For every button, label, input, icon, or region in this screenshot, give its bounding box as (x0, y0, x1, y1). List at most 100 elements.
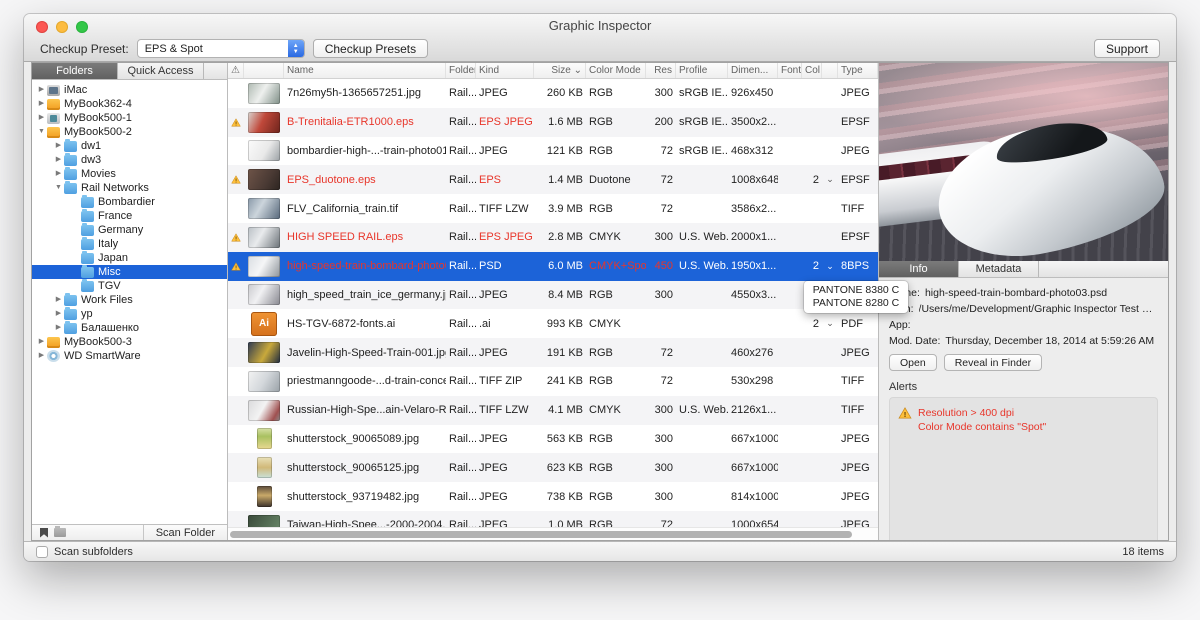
disclosure-triangle-icon[interactable] (53, 139, 64, 153)
checkup-preset-select[interactable]: EPS & Spot ▲▼ (137, 39, 305, 58)
folder-tree-item[interactable]: MyBook362-4 (32, 97, 227, 111)
folder-tree-item[interactable]: Italy (32, 237, 227, 251)
folder-tree-item[interactable]: Bombardier (32, 195, 227, 209)
disclosure-triangle-icon[interactable] (36, 125, 47, 139)
disclosure-triangle-icon[interactable] (36, 349, 47, 363)
table-row[interactable]: ! B-Trenitalia-ETR1000.eps Rail... EPS J… (228, 108, 878, 137)
folder-tree-item[interactable]: iMac (32, 83, 227, 97)
spot-colors-chevron-icon[interactable] (822, 318, 838, 329)
column-header[interactable] (822, 63, 838, 78)
folder-tree-item[interactable]: WD SmartWare (32, 349, 227, 363)
table-row[interactable]: ! FLV_California_train.tif Rail... TIFF … (228, 194, 878, 223)
disclosure-triangle-icon[interactable] (53, 153, 64, 167)
tree-item-icon (64, 323, 77, 334)
column-header[interactable]: Name (284, 63, 446, 78)
tree-item-label: MyBook500-3 (64, 335, 132, 349)
file-folder: Rail... (446, 87, 476, 99)
column-header[interactable]: Font (778, 63, 802, 78)
table-row[interactable]: ! high_speed_train_ice_germany.jpg Rail.… (228, 281, 878, 310)
column-header[interactable]: Profile (676, 63, 728, 78)
column-header[interactable]: Type (838, 63, 878, 78)
folder-tree-item[interactable]: yp (32, 307, 227, 321)
folder-tree-item[interactable]: MyBook500-2 (32, 125, 227, 139)
sidebar-tabs: Folders Quick Access (32, 63, 227, 80)
disclosure-triangle-icon[interactable] (53, 167, 64, 181)
column-header[interactable]: Color Mode (586, 63, 646, 78)
disclosure-triangle-icon[interactable] (36, 83, 47, 97)
svg-text:!: ! (235, 236, 237, 242)
scrollbar-thumb[interactable] (230, 531, 852, 538)
checkup-presets-button[interactable]: Checkup Presets (313, 39, 428, 58)
folder-tree-item[interactable]: Misc (32, 265, 227, 279)
column-header[interactable]: Size (534, 63, 586, 78)
inspector-tab[interactable]: Metadata (959, 261, 1039, 277)
folder-tree-item[interactable]: TGV (32, 279, 227, 293)
column-header[interactable]: Kind (476, 63, 534, 78)
table-row[interactable]: ! HIGH SPEED RAIL.eps Rail... EPS JPEG 2… (228, 223, 878, 252)
horizontal-scrollbar[interactable] (228, 527, 878, 540)
folder-tree-item[interactable]: Germany (32, 223, 227, 237)
file-size: 993 KB (534, 318, 586, 330)
open-button[interactable]: Open (889, 354, 937, 371)
table-row[interactable]: ! EPS_duotone.eps Rail... EPS 1.4 MB Duo… (228, 165, 878, 194)
tree-item-label: WD SmartWare (64, 349, 141, 363)
scan-subfolders-checkbox[interactable] (36, 546, 48, 558)
spot-color-item[interactable]: PANTONE 8380 C (811, 284, 901, 297)
folder-tree-item[interactable]: France (32, 209, 227, 223)
folder-tree-item[interactable]: MyBook500-3 (32, 335, 227, 349)
column-header[interactable]: Folder (446, 63, 476, 78)
folder-tree-item[interactable]: dw1 (32, 139, 227, 153)
folder-tree-item[interactable]: dw3 (32, 153, 227, 167)
disclosure-triangle-icon[interactable] (53, 293, 64, 307)
folder-tree-item[interactable]: Балашенко (32, 321, 227, 335)
file-resolution: 72 (646, 145, 676, 157)
sidebar-tab[interactable]: Quick Access (118, 63, 204, 79)
inspector-tab[interactable]: Info (879, 261, 959, 277)
toolbar: Checkup Preset: EPS & Spot ▲▼ Checkup Pr… (24, 35, 1176, 62)
file-name: bombardier-high-...-train-photo01.jpg (284, 145, 446, 157)
folder-tree-item[interactable]: Movies (32, 167, 227, 181)
column-header[interactable]: Res (646, 63, 676, 78)
disclosure-triangle-icon[interactable] (53, 181, 64, 195)
file-resolution: 200 (646, 116, 676, 128)
titlebar[interactable]: Graphic Inspector (24, 14, 1176, 35)
table-row[interactable]: ! bombardier-high-...-train-photo01.jpg … (228, 137, 878, 166)
table-row[interactable]: ! 7n26my5h-1365657251.jpg Rail... JPEG 2… (228, 79, 878, 108)
file-folder: Rail... (446, 318, 476, 330)
table-row[interactable]: ! shutterstock_90065125.jpg Rail... JPEG… (228, 453, 878, 482)
scan-folder-button[interactable]: Scan Folder (143, 525, 227, 540)
sidebar-tab[interactable]: Folders (32, 63, 118, 79)
bookmark-icon[interactable] (40, 528, 48, 538)
add-folder-icon[interactable] (54, 528, 66, 537)
column-header[interactable]: Dimen... (728, 63, 778, 78)
column-header[interactable]: ⚠ (228, 63, 244, 78)
file-type: TIFF (838, 404, 878, 416)
table-row[interactable]: ! priestmanngoode-...d-train-concept.tif… (228, 367, 878, 396)
folder-tree-item[interactable]: Japan (32, 251, 227, 265)
app-window: Graphic Inspector Checkup Preset: EPS & … (24, 14, 1176, 561)
column-header[interactable] (244, 63, 284, 78)
folder-tree-item[interactable]: Rail Networks (32, 181, 227, 195)
disclosure-triangle-icon[interactable] (53, 321, 64, 335)
folder-tree-item[interactable]: Work Files (32, 293, 227, 307)
spot-colors-chevron-icon[interactable] (822, 261, 838, 272)
table-row[interactable]: ! shutterstock_90065089.jpg Rail... JPEG… (228, 425, 878, 454)
spot-color-item[interactable]: PANTONE 8280 C (811, 297, 901, 310)
spot-colors-chevron-icon[interactable] (822, 174, 838, 185)
table-row[interactable]: ! Russian-High-Spe...ain-Velaro-RUS.tif … (228, 396, 878, 425)
disclosure-triangle-icon[interactable] (36, 335, 47, 349)
disclosure-triangle-icon[interactable] (53, 307, 64, 321)
support-button[interactable]: Support (1094, 39, 1160, 58)
file-folder: Rail... (446, 462, 476, 474)
table-row[interactable]: ! Javelin-High-Speed-Train-001.jpg Rail.… (228, 338, 878, 367)
file-thumbnail (244, 428, 284, 449)
disclosure-triangle-icon[interactable] (36, 97, 47, 111)
disclosure-triangle-icon[interactable] (36, 111, 47, 125)
table-row[interactable]: ! HS-TGV-6872-fonts.ai Rail... .ai 993 K… (228, 309, 878, 338)
folder-tree-item[interactable]: MyBook500-1 (32, 111, 227, 125)
reveal-in-finder-button[interactable]: Reveal in Finder (944, 354, 1042, 371)
warning-icon: ! (228, 117, 244, 128)
table-row[interactable]: ! shutterstock_93719482.jpg Rail... JPEG… (228, 482, 878, 511)
table-row[interactable]: ! high-speed-train-bombard-photo03.psd R… (228, 252, 878, 281)
column-header[interactable]: Col (802, 63, 822, 78)
